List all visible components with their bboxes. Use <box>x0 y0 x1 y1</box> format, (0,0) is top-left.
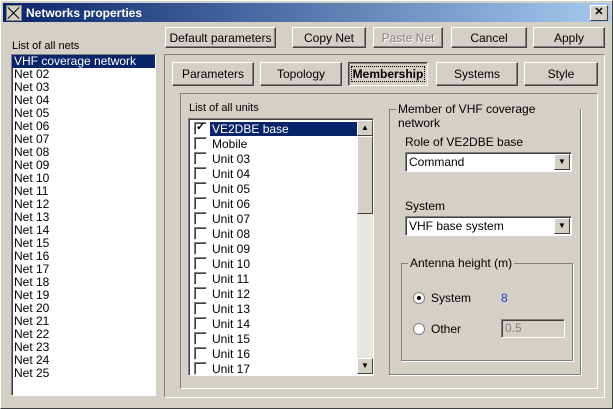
role-dropdown[interactable]: Command ▼ <box>405 152 572 172</box>
unit-label: VE2DBE base <box>210 121 357 136</box>
chevron-down-icon[interactable]: ▼ <box>554 154 570 170</box>
nets-list[interactable]: VHF coverage network Net 02 Net 03 Net 04 Ne… <box>11 54 156 396</box>
unit-checkbox[interactable] <box>194 347 207 360</box>
antenna-height-group: Antenna height (m) <box>401 256 573 361</box>
unit-list-item[interactable]: Unit 14 <box>191 316 357 331</box>
nets-list-label: List of all nets <box>12 40 80 52</box>
unit-checkbox[interactable] <box>194 362 207 375</box>
tab-parameters[interactable]: Parameters <box>172 62 254 86</box>
unit-checkbox[interactable] <box>194 137 207 150</box>
unit-checkbox[interactable] <box>194 152 207 165</box>
system-dropdown[interactable]: VHF base system ▼ <box>405 216 572 236</box>
cancel-button[interactable]: Cancel <box>451 27 527 48</box>
unit-list-item[interactable]: Unit 12 <box>191 286 357 301</box>
unit-label: Unit 17 <box>212 361 251 376</box>
tab-membership[interactable]: Membership <box>348 62 428 86</box>
member-group-title: Member of VHF coverage network <box>396 102 580 130</box>
unit-label: Unit 12 <box>212 286 251 301</box>
role-value: Command <box>409 155 465 169</box>
units-list-label: List of all units <box>189 102 259 114</box>
app-icon <box>6 4 22 21</box>
unit-checkbox[interactable] <box>194 332 207 345</box>
unit-checkbox[interactable] <box>194 197 207 210</box>
unit-checkbox[interactable] <box>194 257 207 270</box>
unit-label: Unit 07 <box>212 211 251 226</box>
unit-list-item[interactable]: Unit 03 <box>191 151 357 166</box>
unit-label: Unit 06 <box>212 196 251 211</box>
unit-list-item[interactable]: Unit 13 <box>191 301 357 316</box>
unit-label: Unit 09 <box>212 241 251 256</box>
unit-list-item[interactable]: Unit 06 <box>191 196 357 211</box>
units-scrollbar[interactable]: ▲ ▼ <box>357 120 373 374</box>
unit-checkbox[interactable] <box>194 212 207 225</box>
unit-list-item[interactable]: Unit 16 <box>191 346 357 361</box>
tab-style[interactable]: Style <box>524 62 598 86</box>
unit-label: Unit 03 <box>212 151 251 166</box>
system-height-label: System <box>431 291 472 305</box>
system-value: VHF base system <box>409 219 504 233</box>
title-bar[interactable]: Networks properties ✕ <box>3 3 610 22</box>
unit-list-item[interactable]: Unit 17 <box>191 361 357 376</box>
tab-systems[interactable]: Systems <box>436 62 518 86</box>
networks-properties-window: Networks properties ✕ List of all nets V… <box>0 0 613 409</box>
unit-label: Unit 13 <box>212 301 251 316</box>
unit-checkbox[interactable] <box>194 317 207 330</box>
unit-list-item[interactable]: Unit 05 <box>191 181 357 196</box>
unit-label: Unit 16 <box>212 346 251 361</box>
system-label: System <box>405 199 446 213</box>
unit-checkbox[interactable] <box>194 272 207 285</box>
system-height-value: 8 <box>501 291 508 305</box>
unit-checkbox[interactable] <box>194 287 207 300</box>
window-title: Networks properties <box>26 5 143 20</box>
unit-label: Mobile <box>212 136 248 151</box>
unit-label: Unit 04 <box>212 166 251 181</box>
unit-checkbox[interactable] <box>194 182 207 195</box>
scroll-up-icon[interactable]: ▲ <box>357 120 373 136</box>
close-button[interactable]: ✕ <box>590 5 608 21</box>
unit-checkbox[interactable] <box>194 227 207 240</box>
unit-list-item[interactable]: VE2DBE base <box>191 120 357 136</box>
units-list[interactable]: VE2DBE baseMobileUnit 03Unit 04Unit 05Un… <box>188 118 374 376</box>
unit-label: Unit 15 <box>212 331 251 346</box>
unit-checkbox[interactable] <box>194 302 207 315</box>
unit-label: Unit 05 <box>212 181 251 196</box>
antenna-height-title: Antenna height (m) <box>408 256 515 270</box>
default-parameters-button[interactable]: Default parameters <box>165 27 276 48</box>
chevron-down-icon[interactable]: ▼ <box>554 218 570 234</box>
unit-list-item[interactable]: Mobile <box>191 136 357 151</box>
unit-list-item[interactable]: Unit 09 <box>191 241 357 256</box>
apply-button[interactable]: Apply <box>533 27 605 48</box>
unit-label: Unit 08 <box>212 226 251 241</box>
copy-net-button[interactable]: Copy Net <box>292 27 366 48</box>
other-height-input[interactable]: 0.5 <box>501 319 565 338</box>
scroll-down-icon[interactable]: ▼ <box>357 358 373 374</box>
system-height-radio[interactable] <box>413 292 425 304</box>
net-list-item[interactable]: Net 25 <box>12 367 155 380</box>
tab-topology[interactable]: Topology <box>260 62 342 86</box>
unit-label: Unit 10 <box>212 256 251 271</box>
paste-net-button[interactable]: Paste Net <box>373 27 443 48</box>
other-height-label: Other <box>431 322 462 336</box>
unit-list-item[interactable]: Unit 11 <box>191 271 357 286</box>
scroll-thumb[interactable] <box>357 136 373 214</box>
unit-checkbox[interactable] <box>194 167 207 180</box>
unit-list-item[interactable]: Unit 08 <box>191 226 357 241</box>
unit-label: Unit 14 <box>212 316 251 331</box>
unit-label: Unit 11 <box>212 271 250 286</box>
role-label: Role of VE2DBE base <box>405 135 524 149</box>
unit-checkbox[interactable] <box>194 120 207 135</box>
unit-list-item[interactable]: Unit 07 <box>191 211 357 226</box>
unit-checkbox[interactable] <box>194 242 207 255</box>
unit-list-item[interactable]: Unit 15 <box>191 331 357 346</box>
other-height-radio[interactable] <box>413 323 425 335</box>
unit-list-item[interactable]: Unit 10 <box>191 256 357 271</box>
unit-list-item[interactable]: Unit 04 <box>191 166 357 181</box>
